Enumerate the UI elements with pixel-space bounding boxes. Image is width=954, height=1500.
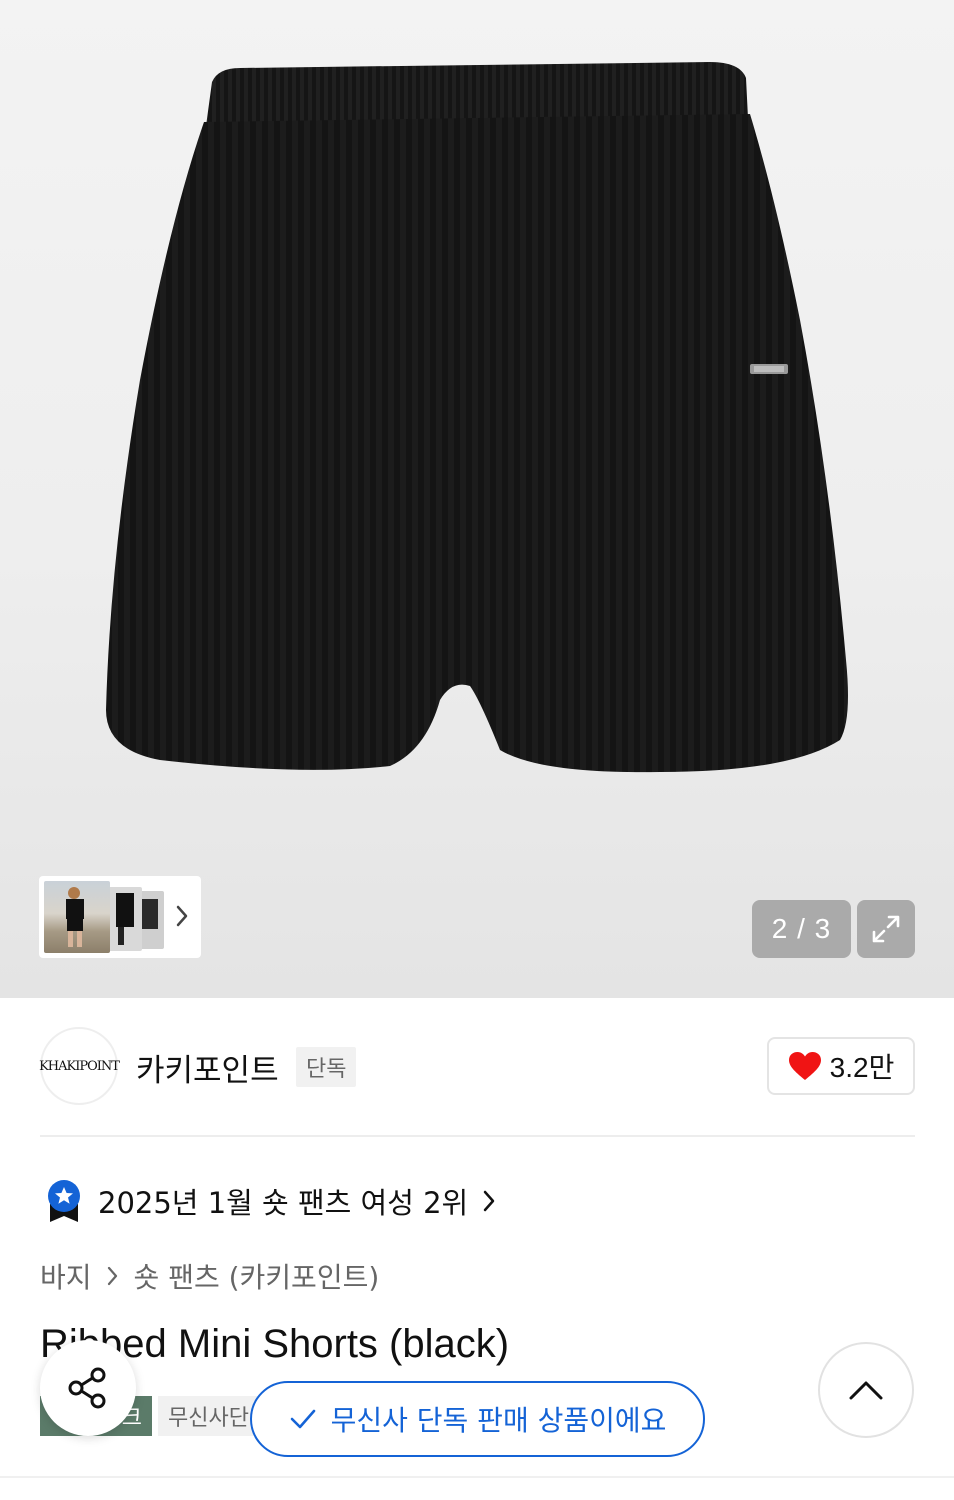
brand-row: KHAKIPOINT 카키포인트 단독 3.2만: [39, 1027, 915, 1105]
product-image[interactable]: [100, 60, 852, 780]
thumbnail-model-photo[interactable]: [44, 881, 110, 953]
ranking-link[interactable]: 2025년 1월 숏 팬츠 여성 2위: [44, 1178, 496, 1224]
heart-icon: [788, 1052, 821, 1080]
breadcrumb-item-short-pants[interactable]: 숏 팬츠 (카키포인트): [134, 1256, 380, 1296]
thumbnail-stack[interactable]: [44, 881, 164, 953]
expand-icon: [872, 915, 900, 943]
ranking-text: 2025년 1월 숏 팬츠 여성 2위: [98, 1186, 469, 1220]
expand-button[interactable]: [857, 900, 915, 958]
share-button[interactable]: [40, 1340, 136, 1436]
thumbnail-strip[interactable]: [39, 876, 201, 958]
like-button[interactable]: 3.2만: [767, 1037, 915, 1095]
chevron-right-icon[interactable]: [175, 904, 189, 928]
chevron-up-icon: [849, 1381, 883, 1400]
divider: [40, 1135, 915, 1137]
like-count: 3.2만: [829, 1052, 895, 1083]
brand-name[interactable]: 카키포인트: [136, 1045, 279, 1090]
toast-text: 무신사 단독 판매 상품이에요: [330, 1404, 667, 1437]
exclusive-toast: 무신사 단독 판매 상품이에요: [250, 1381, 705, 1457]
breadcrumb: 바지 숏 팬츠 (카키포인트): [40, 1256, 379, 1296]
check-icon: [290, 1409, 315, 1429]
product-gallery[interactable]: 2 / 3: [0, 0, 954, 998]
scroll-top-button[interactable]: [818, 1342, 914, 1438]
brand-logo-text: KHAKIPOINT: [39, 1058, 120, 1074]
chevron-right-icon: [107, 1266, 117, 1286]
page-counter: 2 / 3: [752, 900, 851, 958]
share-icon: [68, 1367, 106, 1409]
ranking-badge-icon: [48, 1180, 80, 1222]
divider: [0, 1476, 954, 1478]
chevron-right-icon: [484, 1190, 495, 1212]
breadcrumb-item-pants[interactable]: 바지: [40, 1256, 92, 1296]
exclusive-tag: 단독: [296, 1047, 357, 1087]
brand-logo[interactable]: KHAKIPOINT: [39, 1027, 120, 1105]
gray-badge: 무신사단: [158, 1396, 259, 1436]
